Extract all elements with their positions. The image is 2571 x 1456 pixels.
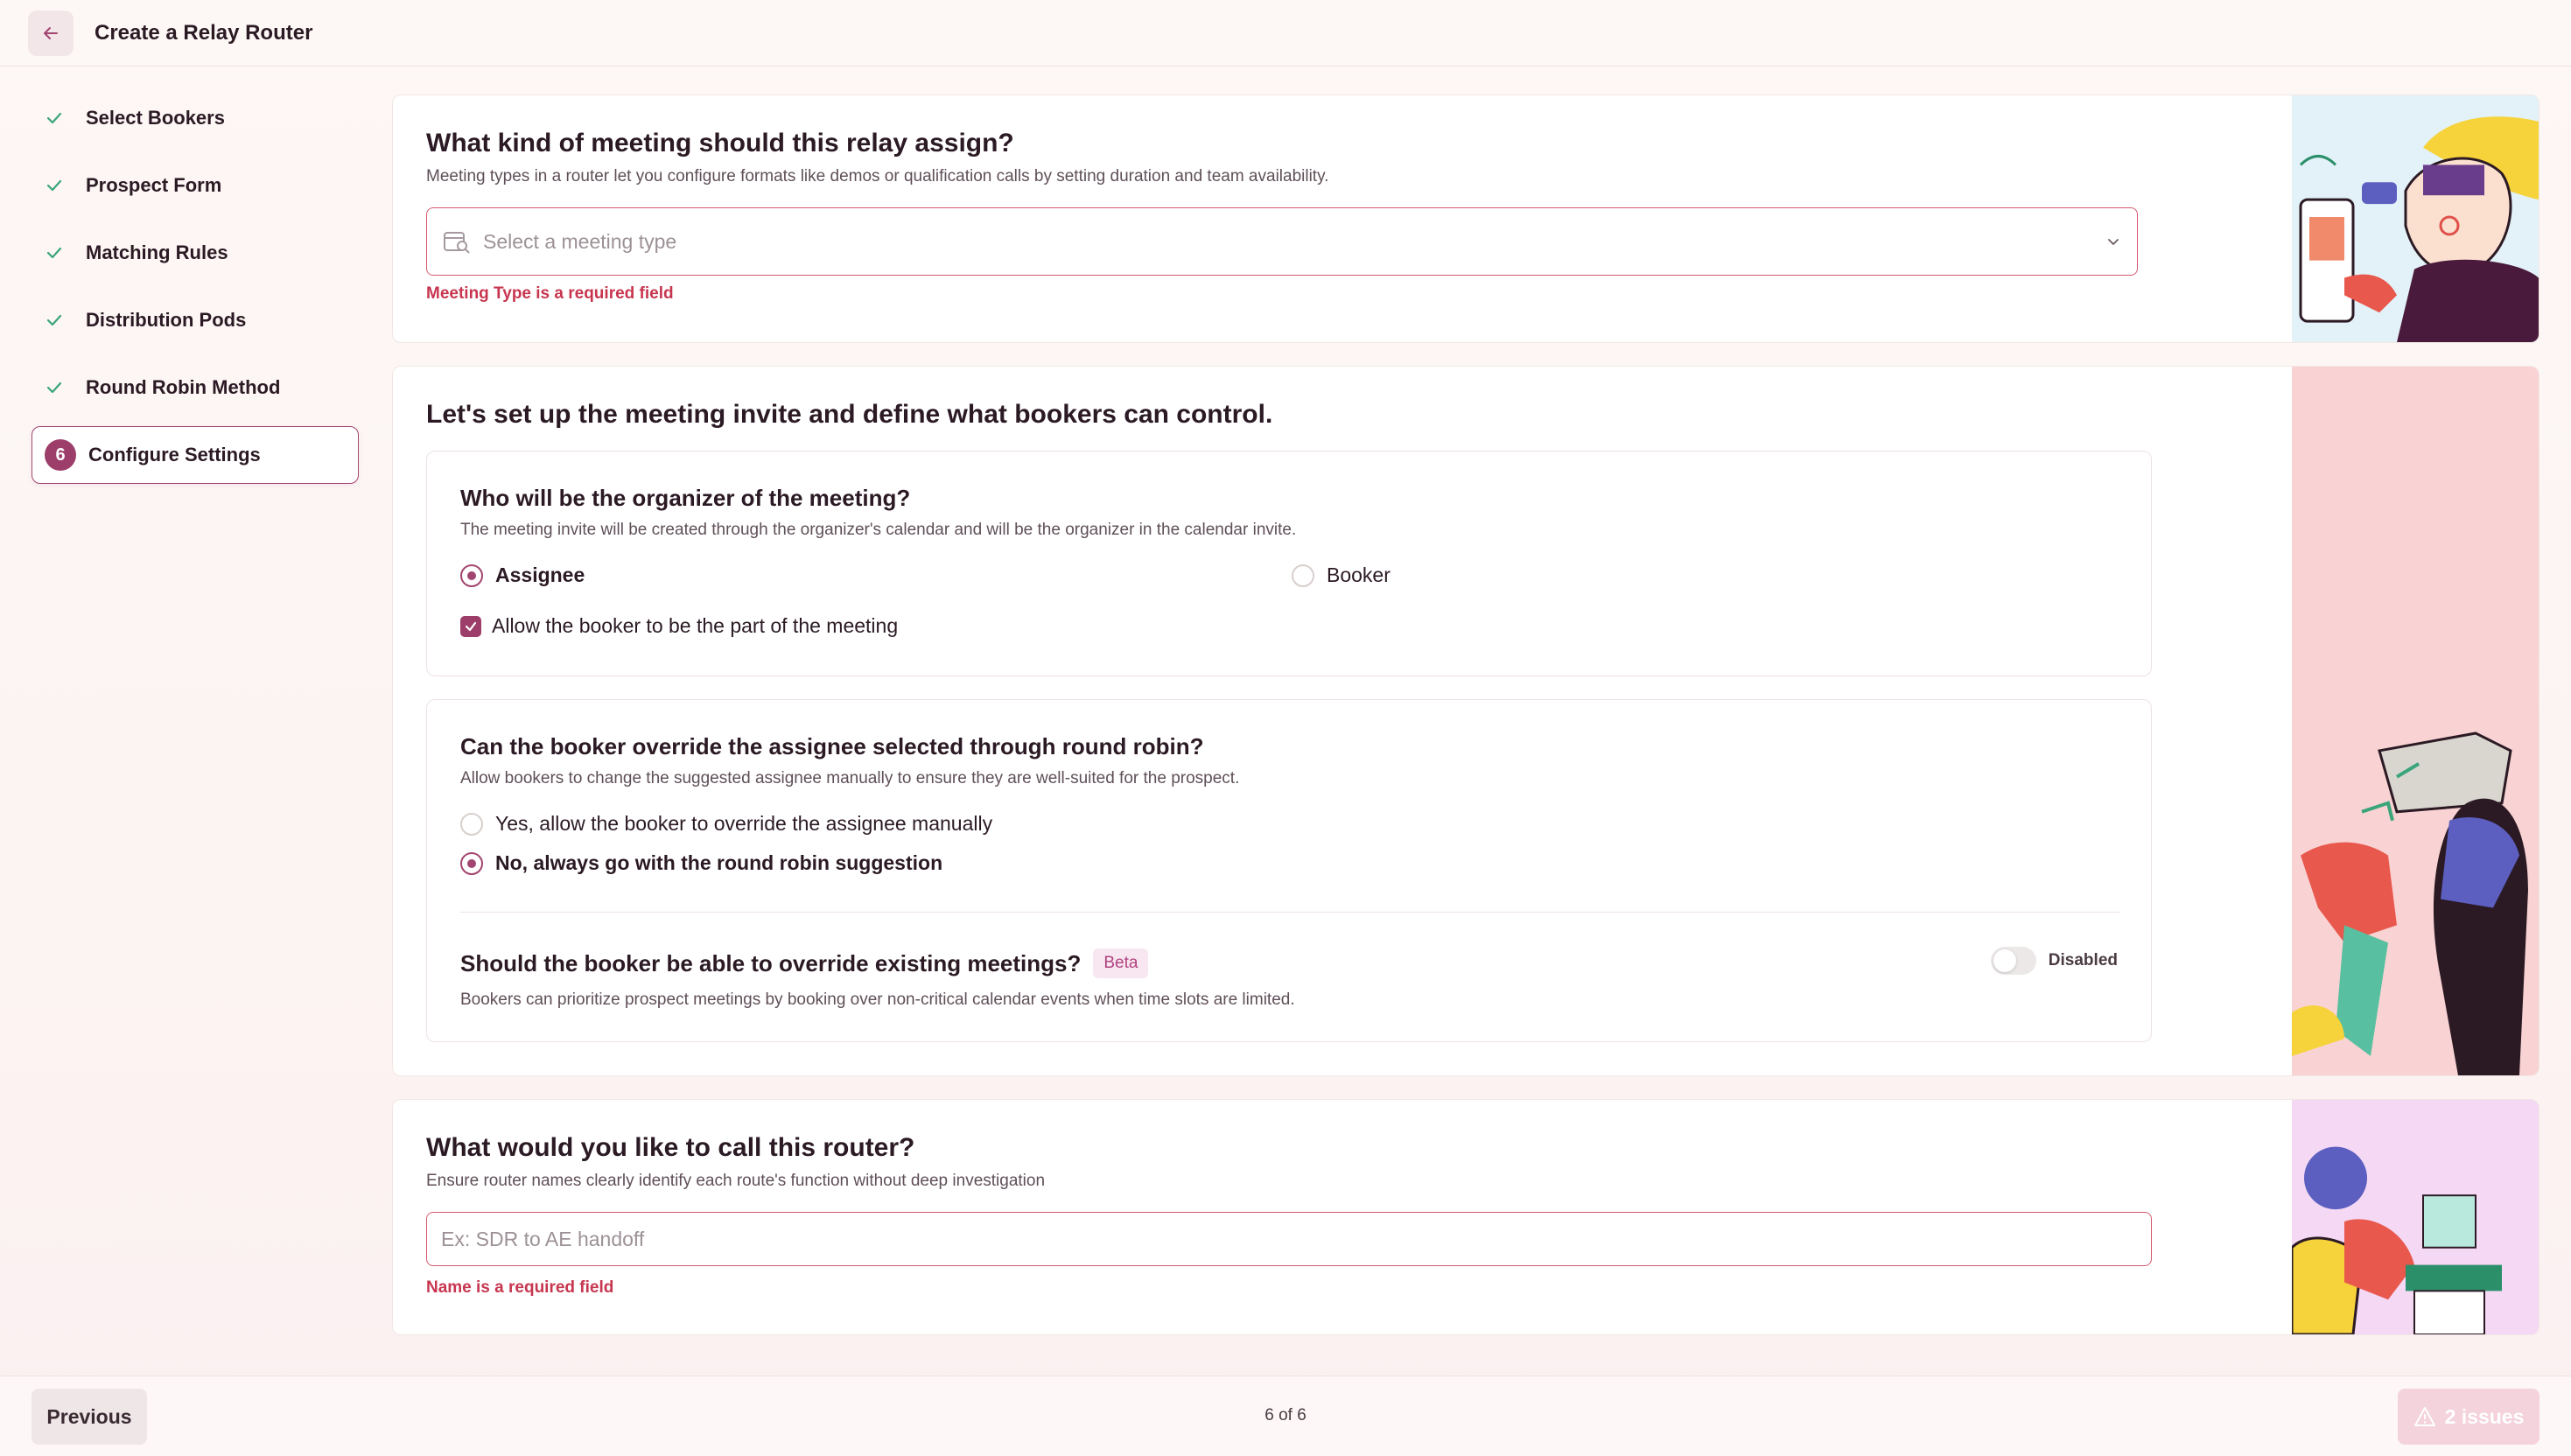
- radio-label: No, always go with the round robin sugge…: [495, 851, 943, 874]
- router-name-error: Name is a required field: [426, 1278, 614, 1297]
- step-label: Select Bookers: [86, 107, 225, 129]
- step-distribution-pods[interactable]: Distribution Pods: [32, 291, 359, 349]
- radio-label: Assignee: [495, 564, 585, 586]
- radio-unselected[interactable]: [1292, 564, 1314, 587]
- issues-button[interactable]: 2 issues: [2398, 1389, 2539, 1445]
- checkbox-label: Allow the booker to be the part of the m…: [492, 614, 899, 637]
- router-name-card: What would you like to call this router?…: [392, 1099, 2539, 1335]
- check-icon: [44, 310, 79, 331]
- page-indicator: 6 of 6: [1264, 1406, 1307, 1424]
- meeting-illustration: [2292, 95, 2539, 342]
- issues-label: 2 issues: [2444, 1404, 2525, 1428]
- invite-settings-card: Let's set up the meeting invite and defi…: [392, 366, 2539, 1076]
- organizer-option-booker[interactable]: Booker: [1292, 564, 1391, 587]
- override-option-no[interactable]: No, always go with the round robin sugge…: [460, 851, 942, 875]
- step-label: Prospect Form: [86, 174, 222, 196]
- router-name-title: What would you like to call this router?: [426, 1133, 915, 1162]
- override-subtitle: Allow bookers to change the suggested as…: [460, 769, 1240, 788]
- radio-selected[interactable]: [460, 564, 483, 587]
- calendar-search-icon: [444, 232, 470, 254]
- section-divider: [460, 912, 2119, 913]
- existing-meetings-title: Should the booker be able to override ex…: [460, 949, 1082, 976]
- step-matching-rules[interactable]: Matching Rules: [32, 224, 359, 282]
- toggle-status-label: Disabled: [2048, 951, 2118, 970]
- router-name-subtitle: Ensure router names clearly identify eac…: [426, 1172, 1046, 1190]
- top-bar: Create a Relay Router: [0, 0, 2571, 66]
- existing-meetings-toggle[interactable]: [1990, 947, 2036, 975]
- existing-meetings-subtitle: Bookers can prioritize prospect meetings…: [460, 990, 1295, 1009]
- warning-icon: [2413, 1407, 2435, 1426]
- meeting-type-error: Meeting Type is a required field: [426, 284, 674, 303]
- team-illustration: [2292, 367, 2539, 1075]
- radio-label: Yes, allow the booker to override the as…: [495, 812, 993, 835]
- radio-selected[interactable]: [460, 851, 483, 875]
- organizer-option-assignee[interactable]: Assignee: [460, 564, 585, 587]
- check-icon: [44, 175, 79, 196]
- check-icon: [44, 108, 79, 129]
- step-round-robin-method[interactable]: Round Robin Method: [32, 359, 359, 416]
- override-option-yes[interactable]: Yes, allow the booker to override the as…: [460, 812, 992, 836]
- booker-part-checkbox[interactable]: [460, 615, 481, 637]
- booker-part-checkbox-row[interactable]: Allow the booker to be the part of the m…: [460, 614, 898, 638]
- step-number-badge: 6: [45, 439, 76, 471]
- organizer-section: Who will be the organizer of the meeting…: [426, 451, 2152, 676]
- organizer-subtitle: The meeting invite will be created throu…: [460, 521, 1297, 539]
- override-section: Can the booker override the assignee sel…: [426, 699, 2152, 1042]
- chevron-down-icon: [2108, 239, 2119, 245]
- organizer-title: Who will be the organizer of the meeting…: [460, 485, 911, 511]
- meeting-type-title: What kind of meeting should this relay a…: [426, 129, 1014, 158]
- steps-sidebar: Select Bookers Prospect Form Matching Ru…: [32, 89, 359, 494]
- wizard-footer: Previous 6 of 6 2 issues: [0, 1376, 2571, 1456]
- step-configure-settings[interactable]: 6 Configure Settings: [32, 426, 359, 484]
- radio-unselected[interactable]: [460, 812, 483, 836]
- router-name-input[interactable]: [426, 1212, 2152, 1266]
- invite-title: Let's set up the meeting invite and defi…: [426, 400, 1273, 429]
- meeting-type-subtitle: Meeting types in a router let you config…: [426, 167, 1329, 186]
- step-prospect-form[interactable]: Prospect Form: [32, 157, 359, 214]
- check-icon: [44, 242, 79, 263]
- step-label: Matching Rules: [86, 242, 228, 263]
- page-title: Create a Relay Router: [95, 20, 313, 45]
- step-select-bookers[interactable]: Select Bookers: [32, 89, 359, 147]
- meeting-type-placeholder: Select a meeting type: [483, 229, 677, 253]
- override-title: Can the booker override the assignee sel…: [460, 733, 1204, 760]
- step-label: Round Robin Method: [86, 376, 281, 398]
- meeting-type-card: What kind of meeting should this relay a…: [392, 94, 2539, 343]
- step-label: Configure Settings: [88, 444, 261, 466]
- workspace-illustration: [2292, 1100, 2539, 1334]
- arrow-left-icon: [44, 26, 58, 39]
- step-label: Distribution Pods: [86, 309, 247, 331]
- back-button[interactable]: [28, 10, 74, 56]
- check-icon: [465, 621, 477, 631]
- beta-badge: Beta: [1093, 948, 1149, 978]
- radio-label: Booker: [1327, 564, 1391, 586]
- check-icon: [44, 377, 79, 398]
- meeting-type-select[interactable]: Select a meeting type: [426, 207, 2138, 276]
